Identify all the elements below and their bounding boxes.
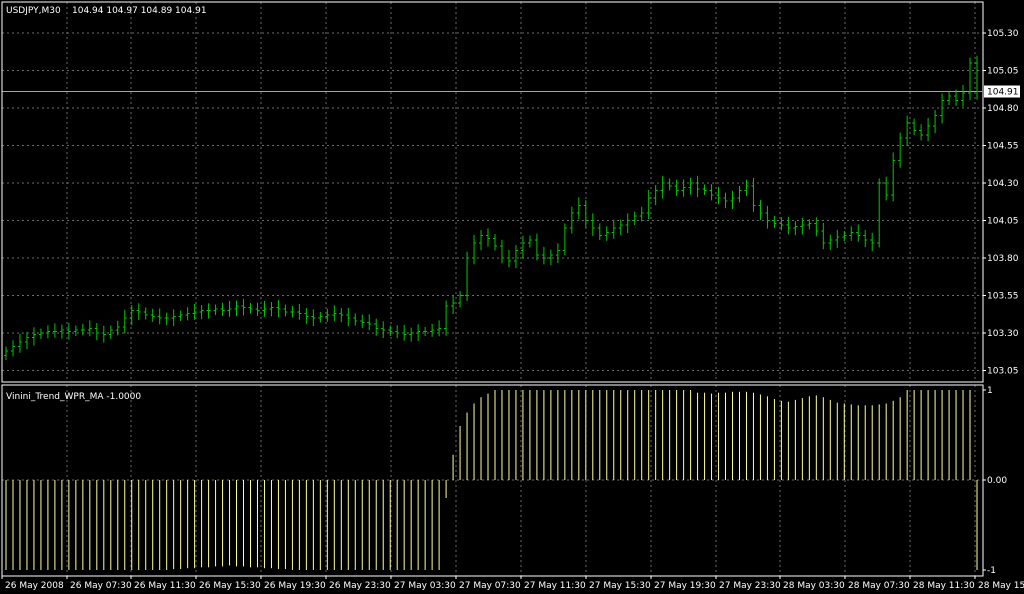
indicator-tick-label: -1 [987,566,996,576]
time-tick-label: 27 May 07:30 [459,581,521,591]
time-tick-label: 26 May 07:30 [70,581,132,591]
price-tick-label: 105.30 [987,29,1019,39]
chart-background [0,0,1024,594]
time-tick-label: 27 May 23:30 [719,581,781,591]
price-tick-label: 104.30 [987,179,1019,189]
time-tick-label: 27 May 15:30 [589,581,651,591]
indicator-label: Vinini_Trend_WPR_MA -1.0000 [6,392,141,402]
time-tick-label: 28 May 15:30 [978,581,1024,591]
price-tick-label: 104.55 [987,142,1019,152]
time-tick-label: 26 May 2008 [5,581,64,591]
time-tick-label: 28 May 07:30 [848,581,910,591]
time-tick-label: 27 May 03:30 [394,581,456,591]
time-tick-label: 27 May 11:30 [524,581,586,591]
symbol-label: USDJPY,M30 [6,6,61,16]
time-tick-label: 26 May 23:30 [329,581,391,591]
time-tick-label: 26 May 19:30 [264,581,326,591]
current-price-label: 104.91 [987,88,1019,98]
price-tick-label: 103.80 [987,254,1019,264]
price-tick-label: 103.30 [987,329,1019,339]
price-tick-label: 104.80 [987,104,1019,114]
current-price-badge: 104.91 [984,85,1020,98]
time-tick-label: 26 May 15:30 [199,581,261,591]
time-tick-label: 28 May 11:30 [913,581,975,591]
time-tick-label: 26 May 11:30 [134,581,196,591]
price-tick-label: 103.55 [987,292,1019,302]
price-tick-label: 105.05 [987,67,1019,77]
trading-chart-window[interactable]: 105.30 105.05 104.80 104.55 104.30 104.05 103.… [0,0,1024,594]
price-tick-label: 103.05 [987,367,1019,377]
indicator-tick-label: 0.00 [987,476,1007,486]
price-tick-label: 104.05 [987,217,1019,227]
ohlc-label: 104.94 104.97 104.89 104.91 [72,6,207,16]
time-tick-label: 28 May 03:30 [783,581,845,591]
time-tick-label: 27 May 19:30 [654,581,716,591]
indicator-tick-label: 1 [987,386,993,396]
